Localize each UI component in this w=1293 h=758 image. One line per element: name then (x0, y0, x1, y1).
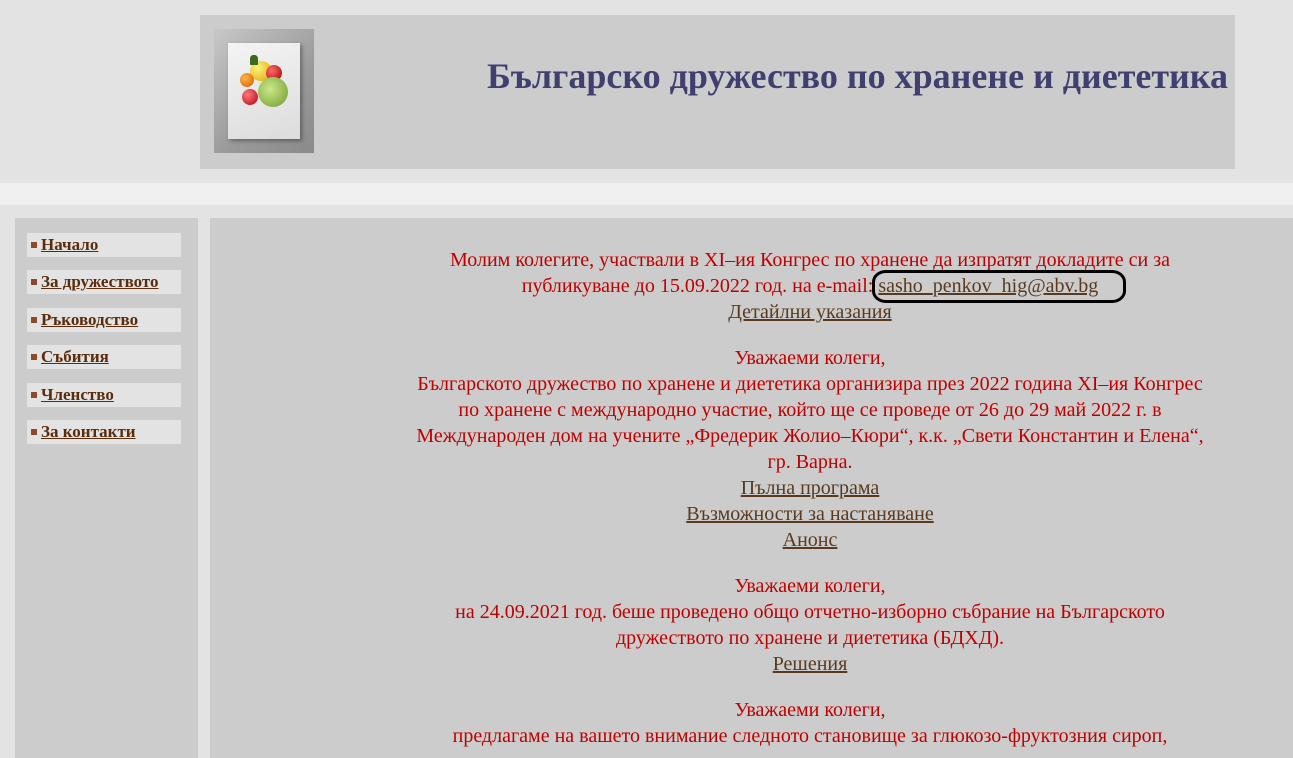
notice-syrup: Уважаеми колеги, предлагаме на вашето вн… (360, 697, 1260, 749)
sidebar-item-label: Събития (41, 347, 109, 366)
sidebar-item-contacts[interactable]: За контакти (27, 420, 181, 444)
square-bullet-icon (31, 429, 37, 435)
sidebar-item-label: За контакти (41, 422, 136, 441)
notice-text: Молим колегите, участвали в XI–ия Конгре… (449, 249, 1171, 271)
notice-greeting: Уважаеми колеги, (734, 575, 886, 597)
header-band: Българско дружество по хранене и диетети… (3, 0, 1293, 183)
notice-greeting: Уважаеми колеги, (734, 699, 886, 721)
decisions-link[interactable]: Решения (773, 653, 848, 675)
sidebar-item-label: Начало (41, 235, 99, 254)
square-bullet-icon (31, 392, 37, 398)
square-bullet-icon (31, 279, 37, 285)
sidebar-item-label: За дружеството (41, 272, 159, 291)
full-program-link[interactable]: Пълна програма (741, 477, 880, 499)
sidebar-item-membership[interactable]: Членство (27, 383, 181, 407)
square-bullet-icon (31, 354, 37, 360)
sidebar-item-events[interactable]: Събития (27, 345, 181, 369)
sidebar-item-label: Ръководство (41, 310, 139, 329)
accommodation-link[interactable]: Възможности за настаняване (686, 503, 933, 525)
email-link[interactable]: sasho_penkov_hig@abv.bg (878, 275, 1098, 297)
site-title: Българско дружество по хранене и диетети… (487, 56, 1228, 96)
notice-text: дружеството по хранене и диететика (БДХД… (615, 627, 1005, 649)
header-separator (0, 183, 1293, 205)
header-box: Българско дружество по хранене и диетети… (200, 15, 1235, 169)
main-content: Молим колегите, участвали в XI–ия Конгре… (210, 218, 1293, 758)
notice-text: Българското дружество по хранене и диете… (417, 373, 1203, 395)
notice-text: публикуване до 15.09.2022 год. на e-mail… (521, 275, 879, 297)
square-bullet-icon (31, 317, 37, 323)
square-bullet-icon (31, 242, 37, 248)
fruit-logo-icon (214, 29, 314, 153)
notice-text: Международен дом на учените „Фредерик Жо… (416, 425, 1204, 447)
notice-greeting: Уважаеми колеги, (734, 347, 886, 369)
notice-text: по хранене с международно участие, който… (458, 399, 1162, 421)
notice-congress: Уважаеми колеги, Българското дружество п… (360, 345, 1260, 553)
notice-text: гр. Варна. (767, 451, 853, 473)
sidebar-item-home[interactable]: Начало (27, 233, 181, 257)
sidebar-nav: Начало За дружеството Ръководство Събити… (15, 218, 198, 758)
announcement-link[interactable]: Анонс (783, 529, 838, 551)
notice-assembly: Уважаеми колеги, на 24.09.2021 год. беше… (360, 573, 1260, 677)
sidebar-item-about[interactable]: За дружеството (27, 270, 181, 294)
main-area: Начало За дружеството Ръководство Събити… (3, 205, 1293, 758)
sidebar-item-leadership[interactable]: Ръководство (27, 308, 181, 332)
detailed-instructions-link[interactable]: Детайлни указания (728, 301, 891, 323)
notice-text: предлагаме на вашето внимание следното с… (452, 725, 1168, 747)
sidebar-item-label: Членство (41, 385, 114, 404)
notice-papers: Молим колегите, участвали в XI–ия Конгре… (360, 247, 1260, 325)
notice-text: на 24.09.2021 год. беше проведено общо о… (455, 601, 1165, 623)
